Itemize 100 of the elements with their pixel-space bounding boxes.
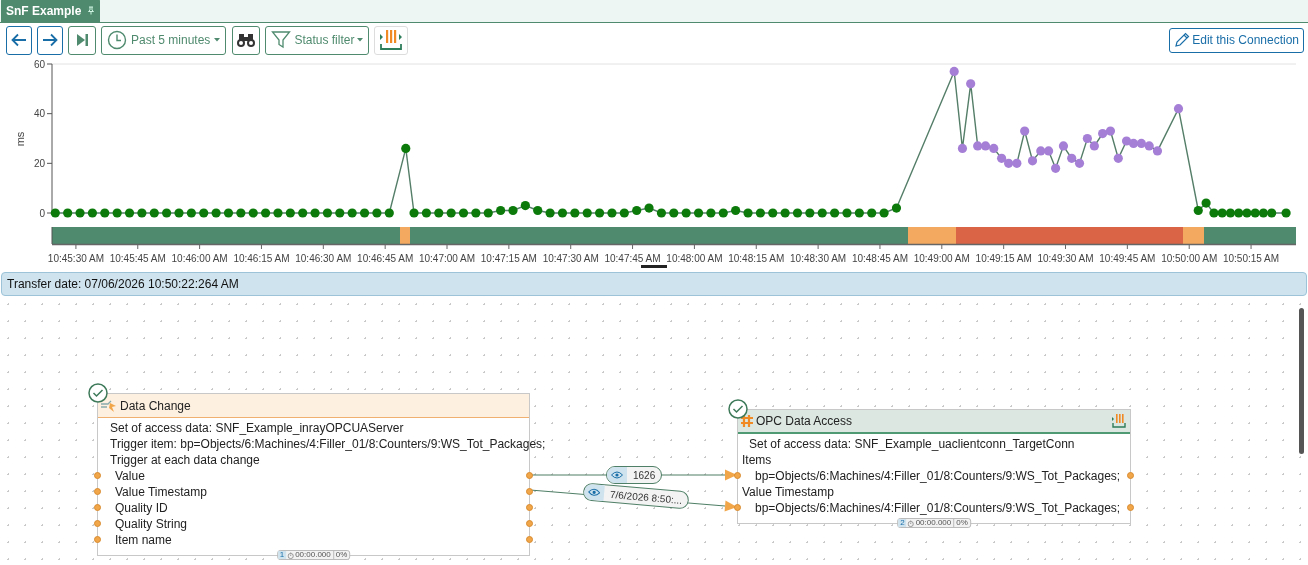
data-point[interactable]: [644, 203, 654, 213]
data-point[interactable]: [867, 208, 877, 218]
data-point[interactable]: [248, 208, 258, 218]
data-point[interactable]: [731, 205, 741, 216]
data-point[interactable]: [1074, 158, 1085, 168]
data-point[interactable]: [1105, 126, 1116, 136]
data-point[interactable]: [199, 208, 209, 218]
data-point[interactable]: [1058, 141, 1069, 151]
data-point[interactable]: [1217, 208, 1227, 218]
data-point[interactable]: [1234, 208, 1244, 218]
data-point[interactable]: [557, 208, 568, 218]
data-point[interactable]: [1036, 146, 1046, 156]
data-point[interactable]: [162, 208, 172, 218]
data-point[interactable]: [1089, 141, 1099, 151]
data-point[interactable]: [957, 143, 968, 154]
forward-button[interactable]: [37, 25, 63, 55]
data-point[interactable]: [483, 208, 493, 218]
timeline-button[interactable]: [374, 25, 409, 55]
edit-connection-button[interactable]: Edit this Connection: [1169, 27, 1304, 53]
data-point[interactable]: [1173, 104, 1184, 114]
data-point[interactable]: [310, 208, 320, 218]
find-button[interactable]: [232, 25, 261, 55]
data-point[interactable]: [533, 205, 543, 216]
connector-value-pill[interactable]: 1626: [606, 466, 663, 484]
data-point[interactable]: [1004, 158, 1014, 168]
data-point[interactable]: [607, 208, 617, 218]
data-point[interactable]: [891, 203, 902, 213]
data-point[interactable]: [1225, 208, 1236, 218]
data-point[interactable]: [830, 208, 840, 218]
data-point[interactable]: [1258, 208, 1269, 218]
data-point[interactable]: [1020, 126, 1030, 136]
data-point[interactable]: [1136, 138, 1146, 149]
data-point[interactable]: [384, 208, 394, 218]
bars-icon[interactable]: [1111, 413, 1127, 429]
pin-icon[interactable]: [87, 6, 96, 15]
data-point[interactable]: [446, 208, 456, 218]
data-point[interactable]: [792, 208, 803, 218]
data-point[interactable]: [817, 208, 827, 218]
data-point[interactable]: [359, 208, 370, 218]
data-point[interactable]: [372, 208, 382, 218]
skip-to-end-button[interactable]: [68, 25, 96, 55]
data-point[interactable]: [879, 208, 889, 218]
status-filter-dropdown[interactable]: Status filter: [265, 25, 370, 55]
data-point[interactable]: [520, 200, 530, 211]
data-point[interactable]: [997, 153, 1007, 163]
connector-value-pill[interactable]: 7/6/2026 8:50:...: [582, 482, 690, 510]
data-point[interactable]: [236, 208, 246, 218]
data-point[interactable]: [496, 205, 506, 216]
data-point[interactable]: [619, 208, 629, 218]
data-point[interactable]: [768, 208, 778, 218]
data-point[interactable]: [401, 143, 411, 154]
data-point[interactable]: [261, 208, 271, 218]
data-point[interactable]: [1250, 208, 1260, 218]
data-point[interactable]: [1144, 141, 1154, 151]
data-point[interactable]: [409, 208, 419, 218]
data-point[interactable]: [149, 208, 159, 218]
data-point[interactable]: [966, 79, 976, 89]
data-point[interactable]: [681, 208, 691, 218]
data-point[interactable]: [1193, 205, 1203, 216]
data-point[interactable]: [223, 208, 234, 218]
data-point[interactable]: [973, 141, 983, 151]
data-point[interactable]: [1242, 208, 1252, 218]
data-point[interactable]: [471, 208, 481, 218]
data-point[interactable]: [1098, 128, 1108, 139]
data-point[interactable]: [842, 208, 852, 218]
data-point[interactable]: [63, 208, 73, 218]
data-point[interactable]: [186, 208, 196, 218]
time-range-dropdown[interactable]: Past 5 minutes: [101, 25, 227, 55]
data-point[interactable]: [298, 208, 308, 218]
data-point[interactable]: [1267, 208, 1277, 218]
data-point[interactable]: [1051, 163, 1061, 173]
data-point[interactable]: [780, 208, 790, 218]
data-point[interactable]: [594, 208, 605, 218]
data-point[interactable]: [743, 208, 753, 218]
back-button[interactable]: [6, 25, 32, 55]
data-point[interactable]: [347, 208, 357, 218]
data-point[interactable]: [434, 208, 444, 218]
data-point[interactable]: [1082, 133, 1092, 144]
data-point[interactable]: [1201, 198, 1211, 208]
data-point[interactable]: [75, 208, 85, 218]
data-point[interactable]: [335, 208, 345, 218]
data-point[interactable]: [718, 208, 728, 218]
data-point[interactable]: [273, 208, 283, 218]
data-point[interactable]: [1152, 146, 1163, 156]
data-point[interactable]: [545, 208, 555, 218]
document-tab[interactable]: SnF Example: [1, 0, 101, 22]
data-point[interactable]: [421, 208, 431, 218]
data-point[interactable]: [112, 208, 122, 218]
data-point[interactable]: [854, 208, 864, 218]
data-point[interactable]: [1209, 208, 1219, 218]
data-point[interactable]: [508, 205, 518, 216]
data-point[interactable]: [656, 208, 666, 218]
data-point[interactable]: [755, 208, 765, 218]
data-point[interactable]: [582, 208, 592, 218]
data-point[interactable]: [949, 66, 959, 77]
data-point[interactable]: [174, 208, 184, 218]
data-point[interactable]: [124, 208, 135, 218]
data-point[interactable]: [458, 208, 469, 218]
data-point[interactable]: [570, 208, 580, 218]
data-point[interactable]: [1027, 156, 1038, 166]
